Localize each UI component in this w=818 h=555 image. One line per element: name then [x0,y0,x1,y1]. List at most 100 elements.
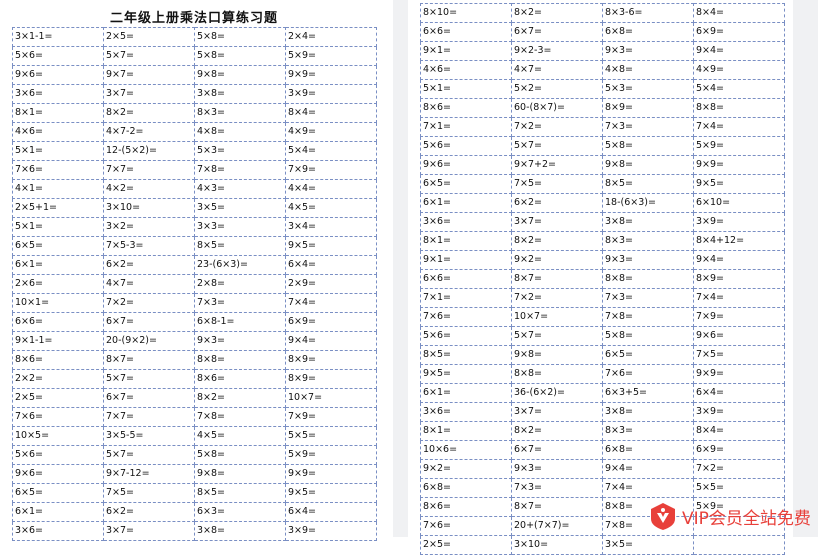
exercise-cell: 60-(8×7)= [511,98,603,118]
table-row: 6×5= 7×5= 8×5= 9×5= [420,174,785,194]
exercise-cell: 8×1= [420,231,512,251]
exercise-cell: 9×1-1= [12,331,104,351]
table-row: 3×6= 3×7= 3×8= 3×9= [420,212,785,232]
exercise-cell: 6×6= [12,312,104,332]
exercise-cell: 6×8= [602,22,694,42]
table-row: 2×5= 3×10= 3×5= [420,535,785,555]
exercise-cell: 5×3= [602,79,694,99]
exercise-cell: 5×6= [420,136,512,156]
exercise-cell: 5×1= [420,79,512,99]
exercise-cell: 7×5= [693,345,785,365]
exercise-cell: 3×10= [511,535,603,555]
exercise-cell: 3×8= [194,521,286,541]
exercise-cell: 5×4= [285,141,377,161]
exercise-cell: 8×1= [420,421,512,441]
exercise-cell: 4×5= [194,426,286,446]
exercise-cell: 5×7= [511,136,603,156]
exercise-cell: 6×5= [12,236,104,256]
vip-watermark[interactable]: VIP会员全站免费 [648,496,818,536]
vip-badge-icon [648,501,678,531]
exercise-cell: 3×5-5= [103,426,195,446]
table-row: 2×5= 6×7= 8×2= 10×7= [12,388,377,408]
exercise-cell: 9×4= [285,331,377,351]
exercise-cell: 9×8= [602,155,694,175]
table-row: 9×2= 9×3= 9×4= 7×2= [420,459,785,479]
exercise-cell: 9×3= [602,250,694,270]
page-gap [393,0,408,537]
exercise-cell: 4×4= [285,179,377,199]
exercise-cell: 6×4= [285,255,377,275]
exercise-cell: 5×6= [420,326,512,346]
exercise-cell: 5×8= [602,326,694,346]
exercise-cell: 9×5= [285,236,377,256]
exercise-cell: 6×1= [12,255,104,275]
table-row: 7×6= 7×7= 7×8= 7×9= [12,160,377,180]
exercise-cell: 10×1= [12,293,104,313]
table-row: 5×1= 5×2= 5×3= 5×4= [420,79,785,99]
exercise-cell: 9×1= [420,250,512,270]
exercise-cell: 7×6= [602,364,694,384]
exercise-cell: 2×9= [285,274,377,294]
table-row: 9×6= 9×7= 9×8= 9×9= [12,65,377,85]
exercise-cell: 9×9= [693,364,785,384]
exercise-cell: 8×3= [602,231,694,251]
exercise-cell: 7×8= [602,307,694,327]
exercise-cell: 7×6= [12,407,104,427]
table-row: 10×5= 3×5-5= 4×5= 5×5= [12,426,377,446]
exercise-cell: 36-(6×2)= [511,383,603,403]
exercise-cell: 10×5= [12,426,104,446]
exercise-cell: 2×5= [103,27,195,47]
exercise-cell: 8×4= [693,3,785,23]
exercise-cell: 8×6= [420,98,512,118]
exercise-cell: 2×4= [285,27,377,47]
exercise-cell: 6×4= [285,502,377,522]
exercise-cell: 6×3= [194,502,286,522]
exercise-cell: 8×9= [602,98,694,118]
exercise-cell: 7×4= [602,478,694,498]
exercise-cell: 6×2= [103,255,195,275]
exercise-cell: 9×2= [511,250,603,270]
exercise-cell: 5×7= [511,326,603,346]
exercise-cell: 3×8= [602,212,694,232]
exercise-cell: 8×8= [194,350,286,370]
exercise-cell: 5×5= [285,426,377,446]
exercise-cell: 9×2-3= [511,41,603,61]
table-row: 6×5= 7×5= 8×5= 9×5= [12,483,377,503]
exercise-cell: 9×7= [103,65,195,85]
exercise-cell: 6×7= [103,312,195,332]
exercise-cell: 7×8= [194,160,286,180]
exercise-cell: 8×5= [194,483,286,503]
exercise-cell: 7×3= [511,478,603,498]
exercise-cell: 8×8= [511,364,603,384]
table-row: 6×8= 7×3= 7×4= 5×5= [420,478,785,498]
exercise-cell: 6×4= [693,383,785,403]
exercise-cell: 7×9= [285,160,377,180]
exercise-cell: 6×3+5= [602,383,694,403]
exercise-cell: 8×2= [103,103,195,123]
exercise-cell: 3×8= [602,402,694,422]
exercise-cell: 5×7= [103,445,195,465]
exercise-cell: 8×6= [194,369,286,389]
exercise-cell: 3×5= [602,535,694,555]
exercise-cell: 3×6= [420,402,512,422]
exercise-cell [693,535,785,555]
table-row: 9×6= 9×7-12= 9×8= 9×9= [12,464,377,484]
table-row: 9×1= 9×2= 9×3= 9×4= [420,250,785,270]
table-row: 4×6= 4×7= 4×8= 4×9= [420,60,785,80]
exercise-cell: 7×8= [194,407,286,427]
exercise-cell: 4×8= [602,60,694,80]
exercise-cell: 4×6= [420,60,512,80]
exercise-cell: 8×2= [511,421,603,441]
exercise-cell: 8×9= [693,269,785,289]
exercise-cell: 9×9= [693,155,785,175]
table-row: 8×6= 60-(8×7)= 8×9= 8×8= [420,98,785,118]
left-exercise-table: 3×1-1= 2×5= 5×8= 2×4= 5×6= 5×7= 5×8= 5×9= 9×6= 9×… [12,27,377,541]
exercise-cell: 8×8= [602,269,694,289]
table-row: 5×1= 3×2= 3×3= 3×4= [12,217,377,237]
table-row: 10×6= 6×7= 6×8= 6×9= [420,440,785,460]
exercise-cell: 6×6= [420,269,512,289]
exercise-cell: 7×9= [285,407,377,427]
table-row: 4×1= 4×2= 4×3= 4×4= [12,179,377,199]
exercise-cell: 3×6= [420,212,512,232]
exercise-cell: 2×6= [12,274,104,294]
